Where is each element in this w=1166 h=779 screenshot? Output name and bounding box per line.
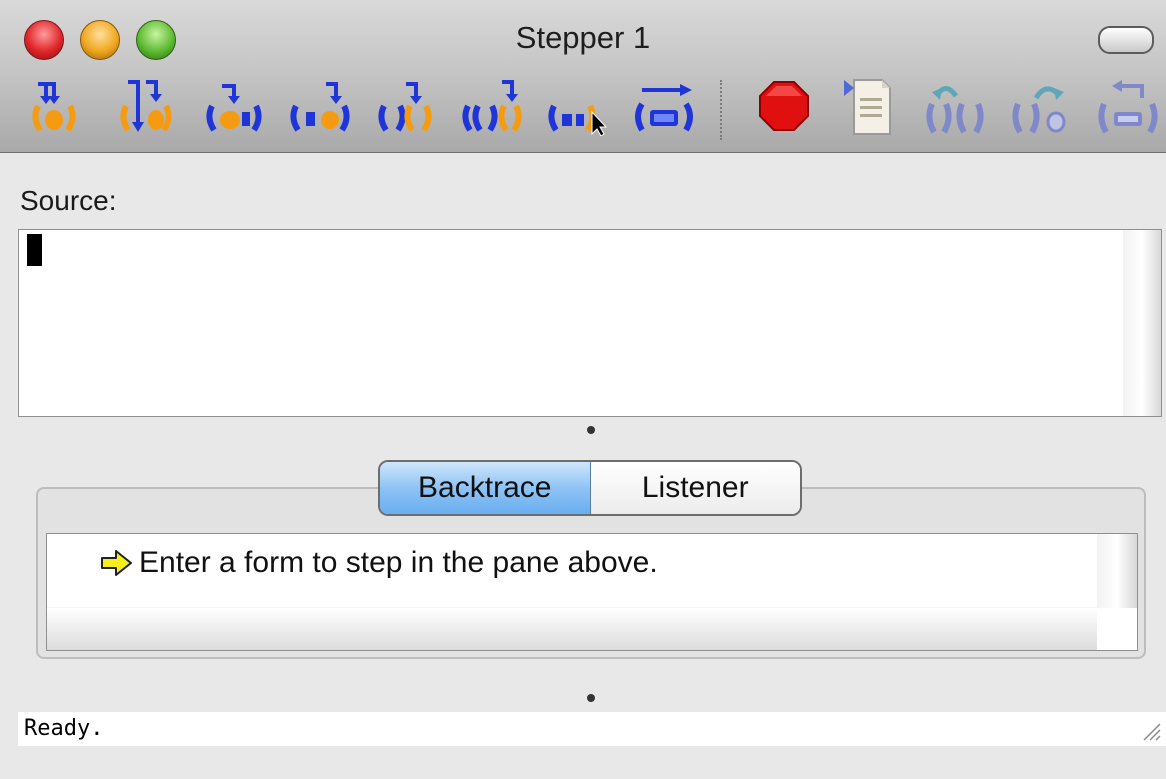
backtrace-horizontal-scrollbar[interactable] bbox=[47, 607, 1097, 650]
status-bar: Ready. bbox=[18, 712, 1166, 746]
step-into-down-button[interactable] bbox=[112, 74, 184, 138]
step-over-button[interactable] bbox=[198, 74, 270, 138]
pane-splitter-handle-bottom[interactable] bbox=[587, 694, 595, 702]
source-vertical-scrollbar[interactable] bbox=[1123, 230, 1161, 416]
undo-step-icon bbox=[926, 86, 984, 134]
step-out-all-button[interactable] bbox=[456, 74, 528, 138]
tab-listener[interactable]: Listener bbox=[590, 462, 800, 514]
source-label: Source: bbox=[20, 185, 117, 216]
window-title: Stepper 1 bbox=[515, 20, 651, 55]
backtrace-list[interactable]: Enter a form to step in the pane above. bbox=[46, 533, 1138, 651]
backtrace-vertical-scrollbar[interactable] bbox=[1097, 534, 1137, 608]
step-out-button[interactable] bbox=[370, 74, 442, 138]
return-button[interactable] bbox=[1092, 74, 1164, 138]
return-icon bbox=[1098, 80, 1158, 134]
step-into-icon bbox=[32, 82, 76, 132]
continue-button[interactable] bbox=[628, 74, 700, 138]
resize-grip-icon[interactable] bbox=[1138, 718, 1162, 742]
list-item[interactable]: Enter a form to step in the pane above. bbox=[99, 546, 658, 580]
current-frame-arrow-icon bbox=[101, 550, 132, 576]
step-next-button[interactable] bbox=[284, 74, 356, 138]
toolbar-toggle-button[interactable] bbox=[1098, 26, 1154, 54]
redo-step-icon bbox=[1012, 86, 1066, 134]
step-out-double-paren-icon bbox=[462, 80, 522, 132]
tab-backtrace[interactable]: Backtrace bbox=[380, 462, 591, 514]
step-into-button[interactable] bbox=[22, 74, 94, 138]
toolbar-separator bbox=[720, 80, 722, 140]
step-next-icon bbox=[290, 82, 350, 132]
source-document-button[interactable] bbox=[834, 74, 906, 138]
source-document-icon bbox=[844, 79, 891, 135]
step-to-cursor-button[interactable] bbox=[542, 74, 614, 138]
pane-splitter-handle[interactable] bbox=[587, 426, 595, 434]
step-to-cursor-icon bbox=[548, 104, 608, 136]
stop-icon bbox=[759, 81, 809, 131]
step-into-down-icon bbox=[120, 80, 172, 132]
undo-step-button[interactable] bbox=[920, 74, 992, 138]
source-editor[interactable] bbox=[18, 229, 1162, 417]
redo-step-button[interactable] bbox=[1006, 74, 1078, 138]
step-over-icon bbox=[206, 84, 262, 132]
text-caret bbox=[27, 234, 42, 266]
list-item-text: Enter a form to step in the pane above. bbox=[139, 546, 658, 579]
status-text: Ready. bbox=[24, 716, 104, 741]
pane-tab-control: Backtrace Listener bbox=[378, 460, 802, 516]
step-out-paren-icon bbox=[378, 82, 432, 132]
continue-icon bbox=[635, 84, 693, 132]
stop-button[interactable] bbox=[748, 74, 820, 138]
title-bar: Stepper 1 bbox=[0, 0, 1166, 153]
